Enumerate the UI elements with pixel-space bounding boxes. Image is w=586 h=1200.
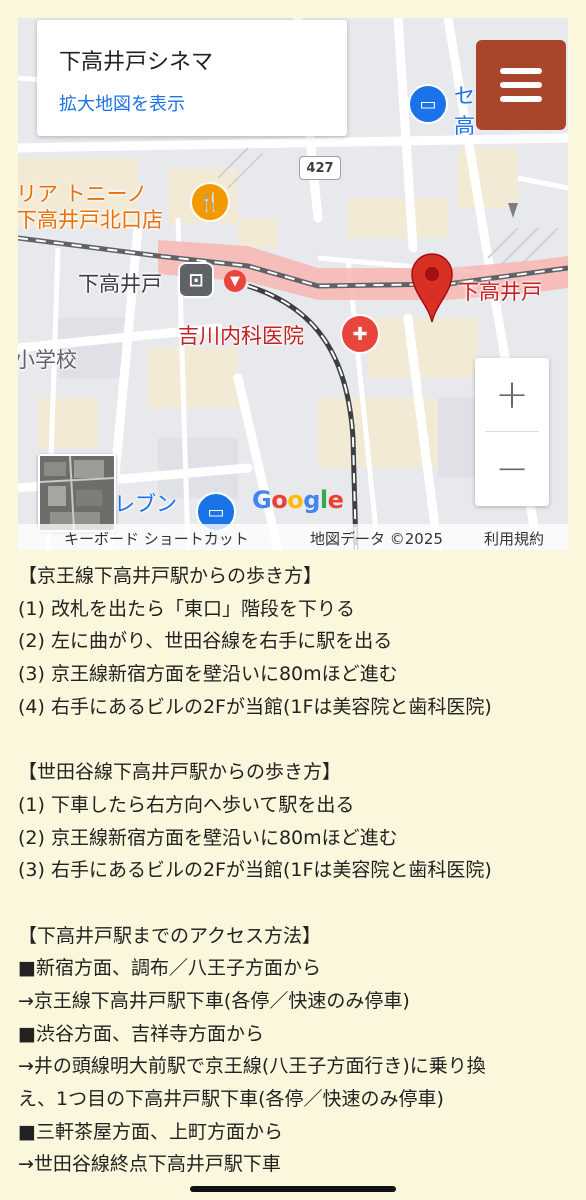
- terms-link[interactable]: 利用規約: [484, 528, 544, 549]
- restaurant-icon[interactable]: 🍴: [190, 182, 230, 222]
- menu-bar-icon: [500, 68, 542, 74]
- station-label-right: 下高井戸: [458, 280, 542, 304]
- clinic-label: 吉川内科医院: [178, 324, 304, 348]
- store-icon-top[interactable]: ▭: [408, 84, 448, 124]
- home-indicator[interactable]: [190, 1186, 396, 1192]
- menu-bar-icon: [500, 82, 542, 88]
- access-line: →京王線下高井戸駅下車(各停／快速のみ停車): [18, 989, 410, 1012]
- zoom-in-button[interactable]: +: [475, 358, 549, 432]
- access-line: ■三軒茶屋方面、上町方面から: [18, 1120, 283, 1143]
- setagaya-step: (1) 下車したら右方向へ歩いて駅を出る: [18, 793, 355, 816]
- keio-logo-icon: ▼: [224, 270, 246, 292]
- place-info-card: 下高井戸シネマ 拡大地図を表示: [37, 20, 347, 136]
- zoom-controls: + −: [475, 358, 549, 506]
- restaurant-label-2: 下高井戸北口店: [18, 208, 163, 232]
- store-label-bottom: レブン: [114, 492, 177, 516]
- map-attribution-bar: キーボード ショートカット 地図データ ©2025 利用規約: [18, 524, 568, 550]
- directions-content: 【京王線下高井戸駅からの歩き方】 (1) 改札を出たら「東口」階段を下りる (2…: [18, 560, 568, 1181]
- train-station-icon[interactable]: ⊡: [178, 262, 214, 298]
- keio-step: (4) 右手にあるビルの2Fが当館(1Fは美容院と歯科医院): [18, 695, 492, 718]
- clinic-icon[interactable]: ✚: [340, 314, 380, 354]
- keyboard-shortcuts-link[interactable]: キーボード ショートカット: [64, 528, 249, 549]
- keio-heading: 【京王線下高井戸駅からの歩き方】: [18, 565, 323, 587]
- access-line: →井の頭線明大前駅で京王線(八王子方面行き)に乗り換: [18, 1055, 486, 1078]
- access-line: ■新宿方面、調布／八王子方面から: [18, 957, 321, 980]
- google-logo: Google: [252, 486, 344, 514]
- zoom-out-button[interactable]: −: [475, 432, 549, 506]
- keio-step: (1) 改札を出たら「東口」階段を下りる: [18, 597, 355, 620]
- keio-step: (2) 左に曲がり、世田谷線を右手に駅を出る: [18, 630, 393, 653]
- place-title: 下高井戸シネマ: [59, 50, 214, 75]
- view-larger-map-link[interactable]: 拡大地図を表示: [59, 90, 185, 116]
- map-data-text: 地図データ ©2025: [310, 530, 443, 548]
- setagaya-step: (2) 京王線新宿方面を壁沿いに80mほど進む: [18, 826, 398, 849]
- keio-step: (3) 京王線新宿方面を壁沿いに80mほど進む: [18, 663, 398, 686]
- setagaya-heading: 【世田谷線下高井戸駅からの歩き方】: [18, 761, 342, 784]
- store-label-top: セ: [454, 84, 475, 108]
- school-label: 小学校: [18, 348, 77, 372]
- location-marker-icon[interactable]: [410, 252, 454, 324]
- station-label-left: 下高井戸: [78, 272, 162, 296]
- menu-bar-icon: [500, 96, 542, 102]
- store-label-top-2: 高: [454, 114, 475, 138]
- access-line: ■渋谷方面、吉祥寺方面から: [18, 1022, 264, 1045]
- access-line: →世田谷線終点下高井戸駅下車: [18, 1153, 281, 1176]
- route-badge: 427: [299, 156, 341, 180]
- access-heading: 【下高井戸駅までのアクセス方法】: [18, 924, 322, 947]
- access-line: え、1つ目の下高井戸駅下車(各停／快速のみ停車): [18, 1088, 444, 1110]
- setagaya-step: (3) 右手にあるビルの2Fが当館(1Fは美容院と歯科医院): [18, 859, 492, 882]
- embedded-map[interactable]: リア トニーノ 下高井戸北口店 🍴 427 下高井戸 ⊡ ▼ 下高井戸 吉川内科…: [18, 18, 568, 550]
- hamburger-menu-button[interactable]: [476, 40, 566, 130]
- satellite-view-toggle[interactable]: [38, 454, 116, 532]
